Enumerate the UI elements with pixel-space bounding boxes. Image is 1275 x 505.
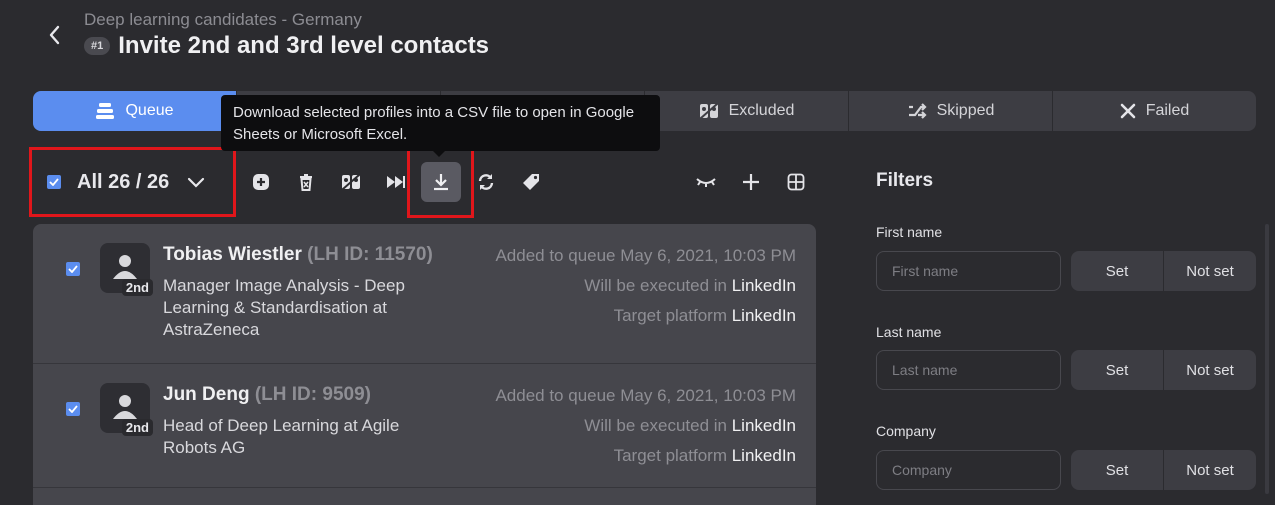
executed-in-value: LinkedIn bbox=[731, 276, 796, 295]
added-date: Added to queue May 6, 2021, 10:03 PM bbox=[495, 386, 796, 405]
profile-name-line[interactable]: Tobias Wiestler (LH ID: 11570) bbox=[163, 244, 433, 266]
target-platform: Target platform LinkedIn bbox=[614, 446, 796, 466]
tab-failed-label: Failed bbox=[1145, 102, 1190, 119]
tag-button[interactable] bbox=[516, 167, 546, 197]
profile-name: Tobias Wiestler bbox=[163, 244, 302, 265]
first-name-label: First name bbox=[876, 224, 943, 240]
trash-icon bbox=[300, 174, 312, 191]
company-not-set-button[interactable]: Not set bbox=[1164, 450, 1256, 490]
chevron-down-icon bbox=[188, 177, 205, 188]
target-platform-prefix: Target platform bbox=[613, 306, 727, 325]
fast-forward-icon bbox=[387, 176, 405, 188]
profile-list: 2nd Tobias Wiestler (LH ID: 11570) Manag… bbox=[33, 224, 816, 505]
shuffle-icon bbox=[908, 103, 927, 119]
excluded-users-icon bbox=[342, 174, 360, 190]
company-label: Company bbox=[876, 423, 936, 439]
refresh-icon bbox=[478, 174, 494, 190]
tab-failed[interactable]: Failed bbox=[1053, 91, 1256, 131]
filters-title: Filters bbox=[876, 170, 934, 191]
tab-excluded-label: Excluded bbox=[728, 102, 795, 119]
select-all-dropdown[interactable]: All 26 / 26 bbox=[29, 147, 236, 217]
last-name-label: Last name bbox=[876, 324, 942, 340]
tab-queue-label: Queue bbox=[125, 102, 174, 119]
tooltip-arrow bbox=[433, 151, 445, 157]
avatar: 2nd bbox=[100, 383, 153, 436]
tag-icon bbox=[523, 174, 539, 190]
download-icon bbox=[434, 174, 448, 191]
lh-id: (LH ID: 9509) bbox=[254, 384, 371, 405]
last-name-set-button[interactable]: Set bbox=[1071, 350, 1163, 390]
list-item[interactable]: 2nd Tobias Wiestler (LH ID: 11570) Manag… bbox=[33, 224, 816, 364]
step-badge: #1 bbox=[84, 37, 111, 55]
executed-in: Will be executed in LinkedIn bbox=[584, 416, 796, 436]
add-to-collection-button[interactable] bbox=[246, 167, 276, 197]
plus-icon bbox=[743, 174, 759, 190]
close-icon bbox=[1120, 103, 1136, 119]
row-checkbox[interactable] bbox=[66, 262, 80, 276]
target-platform-value: LinkedIn bbox=[731, 306, 796, 325]
download-tooltip: Download selected profiles into a CSV fi… bbox=[221, 95, 660, 151]
profile-name-line[interactable]: Jun Deng (LH ID: 9509) bbox=[163, 384, 371, 406]
profile-headline: Manager Image Analysis - Deep Learning &… bbox=[163, 276, 405, 339]
download-csv-button[interactable] bbox=[421, 162, 461, 202]
columns-button[interactable] bbox=[781, 167, 811, 197]
app-root: Deep learning candidates - Germany #1 In… bbox=[0, 0, 1275, 505]
stack-icon bbox=[96, 103, 115, 119]
target-platform-value: LinkedIn bbox=[731, 446, 796, 465]
check-icon bbox=[68, 265, 78, 273]
delete-button[interactable] bbox=[291, 167, 321, 197]
filters-scrollbar[interactable] bbox=[1265, 224, 1269, 494]
check-icon bbox=[49, 178, 59, 186]
title-row: #1 Invite 2nd and 3rd level contacts bbox=[84, 32, 489, 60]
list-item[interactable]: 2nd Jun Deng (LH ID: 9509) Head of Deep … bbox=[33, 364, 816, 488]
select-all-label: All 26 / 26 bbox=[77, 170, 170, 193]
chevron-left-icon bbox=[49, 25, 60, 45]
exclude-button[interactable] bbox=[336, 167, 366, 197]
target-platform-prefix: Target platform bbox=[613, 446, 727, 465]
executed-in-prefix: Will be executed in bbox=[584, 416, 727, 435]
breadcrumb: Deep learning candidates - Germany bbox=[84, 10, 362, 29]
added-date: Added to queue May 6, 2021, 10:03 PM bbox=[495, 246, 796, 265]
executed-in-prefix: Will be executed in bbox=[584, 276, 727, 295]
tab-excluded[interactable]: Excluded bbox=[645, 91, 849, 131]
tab-queue[interactable]: Queue bbox=[33, 91, 237, 131]
first-name-input[interactable] bbox=[876, 251, 1061, 291]
excluded-users-icon bbox=[699, 103, 718, 119]
first-name-not-set-button[interactable]: Not set bbox=[1164, 251, 1256, 291]
tab-skipped[interactable]: Skipped bbox=[849, 91, 1053, 131]
profile-headline: Head of Deep Learning at Agile Robots AG bbox=[163, 416, 400, 457]
target-platform: Target platform LinkedIn bbox=[614, 306, 796, 326]
executed-in: Will be executed in LinkedIn bbox=[584, 276, 796, 296]
add-button[interactable] bbox=[736, 167, 766, 197]
tab-skipped-label: Skipped bbox=[936, 102, 995, 119]
grid-icon bbox=[787, 173, 805, 191]
eye-closed-icon bbox=[696, 178, 716, 187]
first-name-set-button[interactable]: Set bbox=[1071, 251, 1163, 291]
executed-in-value: LinkedIn bbox=[731, 416, 796, 435]
company-set-button[interactable]: Set bbox=[1071, 450, 1163, 490]
refresh-button[interactable] bbox=[471, 167, 501, 197]
last-name-input[interactable] bbox=[876, 350, 1061, 390]
last-name-not-set-button[interactable]: Not set bbox=[1164, 350, 1256, 390]
hide-button[interactable] bbox=[691, 167, 721, 197]
lh-id: (LH ID: 11570) bbox=[307, 244, 433, 265]
plus-badge-icon bbox=[253, 174, 269, 190]
avatar: 2nd bbox=[100, 243, 153, 296]
select-all-checkbox[interactable] bbox=[47, 175, 61, 189]
connection-degree-badge: 2nd bbox=[121, 419, 153, 436]
company-input[interactable] bbox=[876, 450, 1061, 490]
row-checkbox[interactable] bbox=[66, 402, 80, 416]
connection-degree-badge: 2nd bbox=[121, 279, 153, 296]
profile-name: Jun Deng bbox=[163, 384, 250, 405]
back-button[interactable] bbox=[40, 20, 68, 50]
check-icon bbox=[68, 405, 78, 413]
page-title: Invite 2nd and 3rd level contacts bbox=[118, 32, 490, 59]
